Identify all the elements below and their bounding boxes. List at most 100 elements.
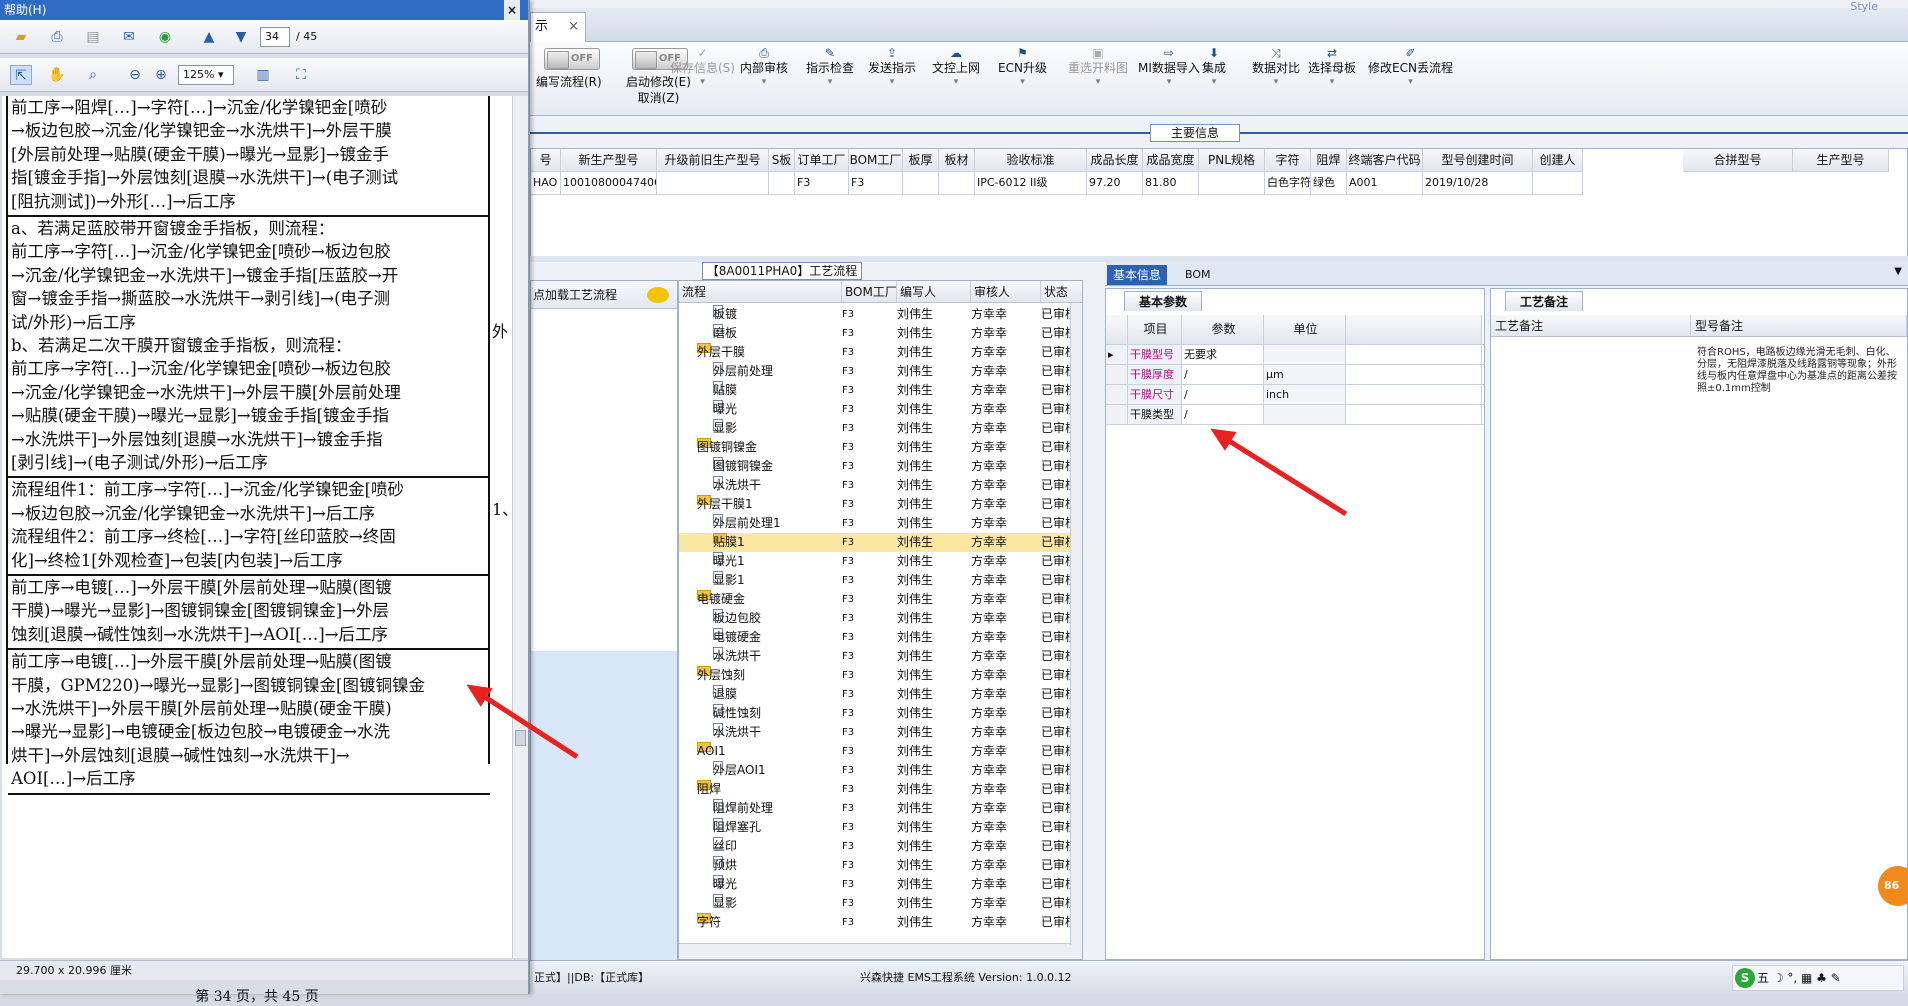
flow-tree-row[interactable]: 曝光 F3 刘伟生 方幸幸 已审核 — [679, 875, 1079, 894]
main-cell[interactable]: 绿色 — [1311, 172, 1347, 195]
pdf-text-line[interactable]: 前工序→电镀[…]→外层干膜[外层前处理→贴膜(图镀 — [11, 650, 490, 673]
main-cell[interactable]: 81.80 — [1143, 172, 1199, 195]
pdf-text-line[interactable]: 前工序→阻焊[…]→字符[…]→沉金/化学镍钯金[喷砂 — [11, 96, 490, 119]
param-col-header[interactable]: 项目 — [1128, 315, 1182, 344]
flow-tree-row[interactable]: 外层前处理1 F3 刘伟生 方幸幸 已审核 — [679, 514, 1079, 533]
hand-tool-icon[interactable]: ✋ — [46, 65, 68, 85]
save-icon[interactable]: ▤ — [82, 27, 104, 47]
flow-col-header[interactable]: 状态 — [1041, 281, 1082, 302]
sogou-icon[interactable]: S — [1735, 968, 1755, 988]
flow-col-header[interactable]: 流程 — [679, 281, 842, 302]
main-cell[interactable]: IPC-6012 II级 — [975, 172, 1087, 195]
pdf-text-line[interactable]: 试/外形)→后工序 — [11, 311, 490, 334]
param-col-header[interactable]: 参数 — [1182, 315, 1264, 344]
close-icon[interactable]: × — [504, 0, 520, 20]
param-unit[interactable]: inch — [1264, 385, 1346, 404]
main-cell[interactable]: F3 — [849, 172, 903, 195]
chevron-down-icon[interactable]: ▾ — [1368, 76, 1453, 88]
pdf-text-line[interactable]: 干膜，GPM220)→曝光→显影]→图镀铜镍金[图镀铜镍金 — [11, 674, 490, 697]
style-label[interactable]: Style — [1850, 0, 1878, 13]
main-cell[interactable] — [1199, 172, 1265, 195]
main-col-header[interactable]: 升级前旧生产型号 — [657, 149, 769, 172]
chevron-down-icon[interactable]: ▾ — [806, 76, 854, 88]
chevron-down-icon[interactable]: ▾ — [1202, 76, 1226, 88]
main-col-header[interactable]: 创建人 — [1533, 149, 1583, 172]
load-flow-header[interactable]: 点加载工艺流程 — [531, 281, 677, 309]
flow-tree-row[interactable]: 水洗烘干 F3 刘伟生 方幸幸 已审核 — [679, 647, 1079, 666]
help-menu[interactable]: 帮助(H) — [4, 3, 46, 17]
pdf-text-line[interactable]: 干膜)→曝光→显影]→图镀铜镍金[图镀铜镍金]→外层 — [11, 599, 490, 622]
main-col-header[interactable]: PNL规格 — [1199, 149, 1265, 172]
scroll-thumb[interactable] — [515, 730, 526, 746]
main-cell[interactable]: 97.20 — [1087, 172, 1143, 195]
open-folder-icon[interactable]: ▰ — [10, 27, 32, 47]
flow-tree-row[interactable]: 丝印 F3 刘伟生 方幸幸 已审核 — [679, 837, 1079, 856]
zoom-in-icon[interactable]: ⊕ — [150, 65, 172, 85]
main-table-row[interactable]: HAO 10010800047406 F3 F3 IPC-6012 II级 97.20 81… — [531, 172, 1583, 195]
pdf-text-line[interactable]: 烘干]→外层蚀刻[退膜→碱性蚀刻→水洗烘干]→ — [11, 744, 490, 767]
print-icon[interactable]: ⎙ — [46, 27, 68, 47]
tab-close-icon[interactable]: × — [568, 13, 579, 41]
globe-icon[interactable]: ◉ — [154, 27, 176, 47]
ribbon-button-8[interactable]: ⬇ 集成 ▾ — [1202, 46, 1226, 88]
vertical-scrollbar[interactable] — [1070, 303, 1082, 945]
pdf-text-line[interactable]: [阻抗测试])→外形[…]→后工序 — [11, 190, 490, 213]
main-cell[interactable] — [1533, 172, 1583, 195]
merge-col-header[interactable]: 合拼型号 — [1683, 149, 1793, 172]
next-page-icon[interactable]: ▼ — [230, 27, 252, 47]
flow-tree-row[interactable]: 贴膜1 F3 刘伟生 方幸幸 已审核 — [679, 533, 1079, 552]
pdf-text-line[interactable]: →水洗烘干]→外层蚀刻[退膜→水洗烘干]→镀金手指 — [11, 428, 490, 451]
flow-tree-row[interactable]: 水洗烘干 F3 刘伟生 方幸幸 已审核 — [679, 476, 1079, 495]
document-tab[interactable]: 示 × — [530, 12, 586, 42]
merge-col-header[interactable]: 生产型号 — [1793, 149, 1889, 172]
flow-tree-row[interactable]: −字符F3刘伟生方幸幸已审核 — [679, 913, 1079, 932]
pdf-text-line[interactable]: 流程组件2：前工序→终检[…]→字符[丝印蓝胶→终固 — [11, 525, 490, 548]
pdf-text-line[interactable]: →沉金/化学镍钯金→水洗烘干]→外层干膜[外层前处理 — [11, 381, 490, 404]
zoom-level-select[interactable]: 125% ▾ — [178, 65, 234, 85]
flow-tree-row[interactable]: 板镀 F3 刘伟生 方幸幸 已审核 — [679, 305, 1079, 324]
chevron-down-icon[interactable]: ▾ — [1068, 76, 1128, 88]
main-cell[interactable]: HAO — [531, 172, 561, 195]
zoom-tool-icon[interactable]: ⌕ — [82, 65, 104, 85]
ribbon-button-5[interactable]: ⚑ ECN升级 ▾ — [998, 46, 1047, 88]
param-value[interactable]: 无要求 — [1182, 345, 1264, 364]
flow-tree-row[interactable]: −图镀铜镍金F3刘伟生方幸幸已审核 — [679, 438, 1079, 457]
flow-tree-row[interactable]: 曝光1 F3 刘伟生 方幸幸 已审核 — [679, 552, 1079, 571]
main-cell[interactable] — [657, 172, 769, 195]
ribbon-button-4[interactable]: ☁ 文控上网 ▾ — [932, 46, 980, 88]
param-value[interactable]: / — [1182, 385, 1264, 404]
pdf-text-line[interactable]: [剥引线]→(电子测试/外形)→后工序 — [11, 451, 490, 474]
cancel-text[interactable]: 取消(Z) — [638, 91, 680, 105]
previous-page-icon[interactable]: ▲ — [198, 27, 220, 47]
param-col-header[interactable]: 单位 — [1264, 315, 1346, 344]
flow-col-header[interactable]: 审核人 — [971, 281, 1041, 302]
main-col-header[interactable]: S板 — [769, 149, 795, 172]
zoom-out-icon[interactable]: ⊖ — [124, 65, 146, 85]
main-cell[interactable] — [939, 172, 975, 195]
model-note-text[interactable]: 符合ROHS，电路板边缘光滑无毛刺、白化、分层，无阻焊漆脱落及线路露铜等现象；外… — [1697, 347, 1905, 395]
param-unit[interactable]: μm — [1264, 365, 1346, 384]
flow-col-header[interactable]: 编写人 — [897, 281, 971, 302]
select-cursor-icon[interactable]: ⇱ — [10, 65, 32, 85]
ime-toolbar[interactable]: S 五 ☽ °, ▦ ♣ ✎ — [1732, 965, 1904, 991]
ribbon-button-10[interactable]: ⇄ 选择母板 ▾ — [1308, 46, 1356, 88]
pdf-text-line[interactable]: →沉金/化学镍钯金→水洗烘干]→镀金手指[压蓝胶→开 — [11, 264, 490, 287]
flow-tree-row[interactable]: −外层蚀刻F3刘伟生方幸幸已审核 — [679, 666, 1079, 685]
main-col-header[interactable]: 成品宽度 — [1143, 149, 1199, 172]
tab-process-notes[interactable]: 工艺备注 — [1505, 291, 1584, 311]
main-cell[interactable]: A001 — [1347, 172, 1423, 195]
flow-tree-row[interactable]: 显影 F3 刘伟生 方幸幸 已审核 — [679, 894, 1079, 913]
chevron-down-icon[interactable]: ▾ — [1138, 76, 1200, 88]
ribbon-button-1[interactable]: ⎙ 内部审核 ▾ — [740, 46, 788, 88]
page-number-input[interactable]: 34 — [260, 27, 290, 47]
param-row[interactable]: 干膜厚度 / μm — [1106, 365, 1484, 385]
ribbon-button-2[interactable]: ✎ 指示检查 ▾ — [806, 46, 854, 88]
param-row[interactable]: ▸ 干膜型号 无要求 — [1106, 345, 1484, 365]
ribbon-button-6[interactable]: ▣ 重选开料图 ▾ — [1068, 46, 1128, 88]
flow-tree-row[interactable]: 板边包胶 F3 刘伟生 方幸幸 已审核 — [679, 609, 1079, 628]
main-col-header[interactable]: 终端客户代码 — [1347, 149, 1423, 172]
param-value[interactable]: / — [1182, 405, 1264, 424]
flow-tree-row[interactable]: 曝光 F3 刘伟生 方幸幸 已审核 — [679, 400, 1079, 419]
flow-tree-row[interactable]: 电镀硬金 F3 刘伟生 方幸幸 已审核 — [679, 628, 1079, 647]
main-col-header[interactable]: 号 — [531, 149, 561, 172]
